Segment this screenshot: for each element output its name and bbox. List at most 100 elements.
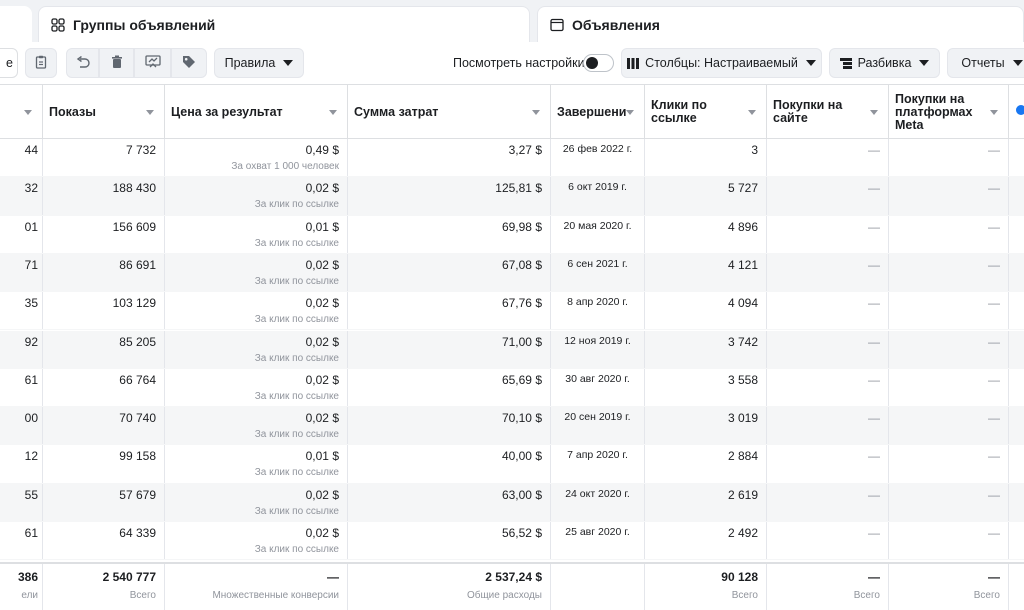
cell-clicks: 3 558 (645, 368, 767, 407)
cell-p-meta: — (889, 139, 1009, 177)
cell-value: 0,02 $ (305, 257, 339, 272)
cell-p-meta: — (889, 368, 1009, 407)
cell-value: 188 430 (112, 181, 156, 196)
reports-dropdown[interactable]: Отчеты (947, 48, 1024, 78)
clipboard-icon (35, 55, 47, 72)
cell-ends: 20 мая 2020 г. (551, 215, 645, 253)
tag-icon (182, 55, 196, 72)
cell-p-site: — (767, 368, 889, 407)
cell-clicks: 3 742 (645, 330, 767, 368)
header-amount-spent-label: Сумма затрат (354, 104, 439, 119)
cell-value: 35 (24, 296, 38, 311)
header-partial-col[interactable] (0, 85, 43, 139)
cell-subtext: За клик по ссылке (254, 544, 339, 555)
cell-value: 0,49 $ (305, 143, 339, 157)
sort-icon (748, 110, 756, 115)
cell-clicks: 2 492 (645, 522, 767, 560)
cell-p-site: — (767, 522, 889, 560)
total-partial-sub: ели (21, 590, 38, 601)
cell-p-site: — (767, 407, 889, 445)
ad-window-icon (550, 18, 564, 32)
header-ends[interactable]: Завершени (551, 85, 645, 139)
cell-value: 61 (24, 526, 38, 540)
tab-ad-sets[interactable]: Группы объявлений (38, 6, 530, 42)
ab-test-icon (144, 54, 161, 72)
cell-value: — (868, 143, 880, 157)
tag-button[interactable] (171, 48, 207, 78)
cell-partial: 32 (0, 177, 43, 215)
cell-cpr: 0,02 $ За клик по ссылке (165, 253, 348, 292)
table-row[interactable]: 44 7 732 0,49 $ За охват 1 000 человек 3,27 … (0, 139, 1024, 178)
edit-button-partial[interactable]: е (0, 48, 18, 78)
header-purchases-site-label: Покупки на сайте (773, 98, 843, 125)
cell-subtext: За клик по ссылке (254, 467, 339, 479)
header-link-clicks[interactable]: Клики по ссылке (645, 85, 767, 139)
cell-impressions: 57 679 (43, 483, 165, 521)
table-row[interactable]: 55 57 679 0,02 $ За клик по ссылке 63,00 $ 24… (0, 483, 1024, 522)
sort-icon (626, 110, 634, 115)
cell-cpr: 0,02 $ За клик по ссылке (165, 407, 348, 445)
cell-subtext: За клик по ссылке (254, 429, 339, 441)
sort-icon (24, 110, 32, 115)
breakdown-dropdown[interactable]: Разбивка (829, 48, 940, 78)
header-purchases-meta[interactable]: Покупки на платформах Meta (889, 85, 1009, 139)
table-row[interactable]: 71 86 691 0,02 $ За клик по ссылке 67,08 $ 6 … (0, 253, 1024, 293)
cell-value: 4 094 (727, 296, 758, 311)
cell-p-site: — (767, 253, 889, 292)
table-row[interactable]: 00 70 740 0,02 $ За клик по ссылке 70,10 $ 20… (0, 407, 1024, 446)
table-row[interactable]: 61 66 764 0,02 $ За клик по ссылке 65,69 $ 30… (0, 368, 1024, 408)
cell-p-site: — (767, 215, 889, 253)
sort-icon (329, 110, 337, 115)
header-amount-spent[interactable]: Сумма затрат (348, 85, 551, 139)
sort-icon (870, 110, 878, 115)
cell-value: 12 (24, 449, 38, 464)
ab-test-button[interactable] (134, 48, 171, 78)
tab-ads[interactable]: Объявления (537, 6, 1024, 42)
cell-value: — (988, 526, 1000, 540)
add-column-icon[interactable] (1016, 105, 1024, 115)
undo-button[interactable] (66, 48, 99, 78)
cell-value: 57 679 (119, 487, 156, 502)
cell-value: 85 205 (119, 334, 156, 349)
total-partial: 386 ели (0, 564, 43, 610)
columns-dropdown[interactable]: Столбцы: Настраиваемый (621, 48, 822, 78)
cell-impressions: 99 158 (43, 445, 165, 483)
cell-ends: 20 сен 2019 г. (551, 407, 645, 445)
delete-button[interactable] (99, 48, 134, 78)
table-row[interactable]: 61 64 339 0,02 $ За клик по ссылке 56,52 $ 25… (0, 522, 1024, 561)
cell-value: 30 авг 2020 г. (565, 372, 630, 385)
header-impressions[interactable]: Показы (43, 85, 165, 139)
table-row[interactable]: 92 85 205 0,02 $ За клик по ссылке 71,00 $ 12… (0, 330, 1024, 369)
total-purchases-meta: — Всего (889, 564, 1009, 610)
toggle-knob (586, 57, 598, 69)
cell-ends: 6 сен 2021 г. (551, 253, 645, 292)
header-purchases-site[interactable]: Покупки на сайте (767, 85, 889, 139)
rules-dropdown[interactable]: Правила (214, 48, 304, 78)
cell-value: 00 (24, 411, 38, 426)
tab-campaigns-partial[interactable] (0, 6, 32, 42)
breakdown-label: Разбивка (857, 56, 912, 70)
table-row[interactable]: 32 188 430 0,02 $ За клик по ссылке 125,81 $… (0, 177, 1024, 216)
cell-subtext: За клик по ссылке (254, 505, 339, 517)
table-row[interactable]: 35 103 129 0,02 $ За клик по ссылке 67,76 $ 8… (0, 292, 1024, 331)
cell-value: 0,02 $ (305, 334, 339, 349)
cell-impressions: 188 430 (43, 177, 165, 215)
header-cost-per-result[interactable]: Цена за результат (165, 85, 348, 139)
cell-value: 125,81 $ (495, 181, 542, 196)
duplicate-button[interactable] (25, 48, 57, 78)
cell-cpr: 0,02 $ За клик по ссылке (165, 368, 348, 407)
view-settings-toggle[interactable] (583, 54, 614, 72)
chevron-down-icon (919, 60, 930, 66)
total-ends (551, 564, 645, 610)
table-row[interactable]: 12 99 158 0,01 $ За клик по ссылке 40,00 $ 7 … (0, 445, 1024, 484)
cell-value: 156 609 (112, 219, 156, 234)
cell-value: 3 019 (727, 411, 758, 426)
cell-value: — (988, 411, 1000, 426)
data-table: Показы Цена за результат Сумма затрат За… (0, 84, 1024, 610)
cell-cpr: 0,02 $ За клик по ссылке (165, 177, 348, 215)
table-row[interactable]: 01 156 609 0,01 $ За клик по ссылке 69,98 $ 2… (0, 215, 1024, 254)
cell-clicks: 4 896 (645, 215, 767, 253)
cell-cpr: 0,02 $ За клик по ссылке (165, 292, 348, 330)
total-p-site-value: — (868, 570, 880, 584)
total-p-site-sub: Всего (853, 590, 880, 601)
